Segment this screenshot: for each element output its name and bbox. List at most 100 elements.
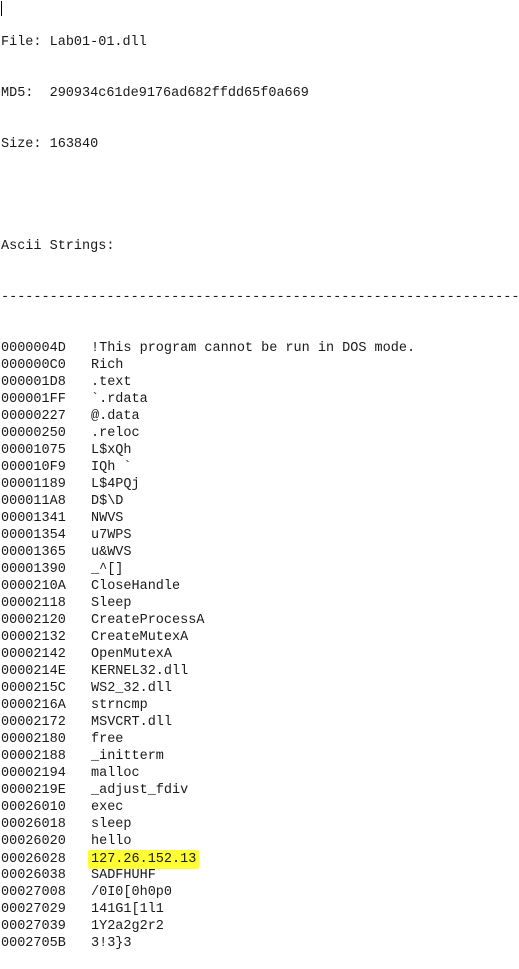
string-offset: 00002180: [1, 732, 66, 747]
string-offset: 00001189: [1, 477, 66, 492]
string-row: 00026020 hello: [1, 833, 519, 850]
string-offset: 00002118: [1, 596, 66, 611]
string-value: /0I0[0h0p0: [91, 885, 173, 900]
string-offset: 000001D8: [1, 375, 66, 390]
string-value: free: [91, 732, 124, 747]
string-value: 1Y2a2g2r2: [91, 919, 164, 934]
string-row: 00027039 1Y2a2g2r2: [1, 918, 519, 935]
string-row: 00001365 u&WVS: [1, 544, 519, 561]
string-value: sleep: [91, 817, 132, 832]
string-offset: 0000214E: [1, 664, 66, 679]
string-row: 00000250 .reloc: [1, 425, 519, 442]
string-row: 000001FF `.rdata: [1, 391, 519, 408]
string-offset: 000011A8: [1, 494, 66, 509]
string-offset: 00002172: [1, 715, 66, 730]
string-offset: 000010F9: [1, 460, 66, 475]
string-offset: 00002188: [1, 749, 66, 764]
string-value: 3!3}3: [91, 936, 132, 951]
string-offset: 00026028: [1, 852, 66, 867]
string-offset: 0000210A: [1, 579, 66, 594]
string-offset: 00002194: [1, 766, 66, 781]
string-offset: 00001390: [1, 562, 66, 577]
md5-label: MD5:: [1, 86, 34, 101]
file-label: File:: [1, 35, 42, 50]
string-offset: 00027039: [1, 919, 66, 934]
string-offset: 0000004D: [1, 341, 66, 356]
string-offset: 00027008: [1, 885, 66, 900]
string-row: 00002120 CreateProcessA: [1, 612, 519, 629]
string-row: 00001075 L$xQh: [1, 442, 519, 459]
string-value: .reloc: [91, 426, 140, 441]
string-value: CreateMutexA: [91, 630, 189, 645]
string-value: `.rdata: [91, 392, 148, 407]
string-row: 0000214E KERNEL32.dll: [1, 663, 519, 680]
string-row: 0000219E _adjust_fdiv: [1, 782, 519, 799]
string-row: 0000210A CloseHandle: [1, 578, 519, 595]
string-row: 0000004D !This program cannot be run in D…: [1, 340, 519, 357]
string-offset: 00000250: [1, 426, 66, 441]
string-offset: 0002705B: [1, 936, 66, 951]
string-value: @.data: [91, 409, 140, 424]
string-value: exec: [91, 800, 124, 815]
string-row: 00026018 sleep: [1, 816, 519, 833]
string-value: NWVS: [91, 511, 124, 526]
string-value: hello: [91, 834, 132, 849]
string-offset: 00026038: [1, 868, 66, 883]
string-value: CreateProcessA: [91, 613, 205, 628]
string-row: 0000216A strncmp: [1, 697, 519, 714]
md5-line: MD5: 290934c61de9176ad682ffdd65f0a669: [1, 85, 519, 102]
string-row: 00002172 MSVCRT.dll: [1, 714, 519, 731]
string-offset: 00000227: [1, 409, 66, 424]
string-value: SADFHUHF: [91, 868, 156, 883]
string-value: L$4PQj: [91, 477, 140, 492]
string-row: 00002180 free: [1, 731, 519, 748]
string-row: 00002118 Sleep: [1, 595, 519, 612]
string-offset: 00026020: [1, 834, 66, 849]
string-offset: 00002142: [1, 647, 66, 662]
string-offset: 00001341: [1, 511, 66, 526]
string-row: 00027029 141G1[1l1: [1, 901, 519, 918]
size-line: Size: 163840: [1, 136, 519, 153]
string-row: 00001390 _^[]: [1, 561, 519, 578]
string-offset: 00001075: [1, 443, 66, 458]
string-value: !This program cannot be run in DOS mode.: [91, 341, 416, 356]
string-row: 000001D8 .text: [1, 374, 519, 391]
string-row: 0002705B 3!3}3: [1, 935, 519, 952]
string-row: 00027008/0I0[0h0p0: [1, 884, 519, 901]
string-offset: 00001354: [1, 528, 66, 543]
string-value: IQh `: [91, 460, 132, 475]
string-row: 00026038 SADFHUHF: [1, 867, 519, 884]
string-row: 000000C0 Rich: [1, 357, 519, 374]
string-offset: 0000215C: [1, 681, 66, 696]
string-value: .text: [91, 375, 132, 390]
string-offset: 00001365: [1, 545, 66, 560]
string-value: 141G1[1l1: [91, 902, 164, 917]
string-row: 00001354 u7WPS: [1, 527, 519, 544]
string-value: strncmp: [91, 698, 148, 713]
section-divider: ----------------------------------------…: [1, 290, 519, 305]
string-row: 00000227 @.data: [1, 408, 519, 425]
string-value: u7WPS: [91, 528, 132, 543]
string-offset: 00026010: [1, 800, 66, 815]
string-row: 00002194 malloc: [1, 765, 519, 782]
string-row: 00002188 _initterm: [1, 748, 519, 765]
strings-list: 0000004D !This program cannot be run in D…: [1, 340, 519, 952]
string-value: OpenMutexA: [91, 647, 173, 662]
string-row: 0000215C WS2_32.dll: [1, 680, 519, 697]
file-line: File: Lab01-01.dll: [1, 34, 519, 51]
size-value: 163840: [49, 137, 99, 152]
string-value: Sleep: [91, 596, 132, 611]
string-row: 00026010 exec: [1, 799, 519, 816]
size-label: Size:: [1, 137, 42, 152]
string-value: L$xQh: [91, 443, 132, 458]
string-row: 00001341 NWVS: [1, 510, 519, 527]
string-offset: 00002132: [1, 630, 66, 645]
md5-value: 290934c61de9176ad682ffdd65f0a669: [49, 86, 309, 101]
string-value: _^[]: [91, 562, 124, 577]
string-value: u&WVS: [91, 545, 132, 560]
string-offset: 000001FF: [1, 392, 66, 407]
strings-document[interactable]: File: Lab01-01.dll MD5: 290934c61de9176a…: [1, 0, 519, 969]
string-value: CloseHandle: [91, 579, 181, 594]
string-row: 00001189 L$4PQj: [1, 476, 519, 493]
